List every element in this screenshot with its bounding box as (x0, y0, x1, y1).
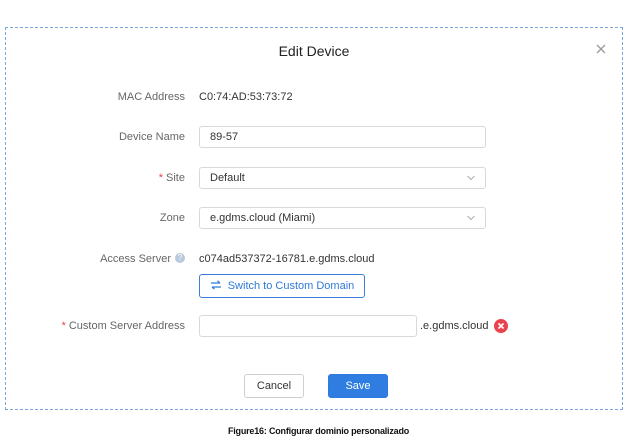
help-icon[interactable]: ? (175, 253, 185, 264)
zone-label: Zone (159, 212, 185, 224)
dialog-title: Edit Device (278, 43, 350, 59)
mac-address-row: MAC Address (0, 85, 185, 109)
switch-button-label: Switch to Custom Domain (227, 280, 355, 292)
site-value: Default (210, 172, 245, 184)
save-button[interactable]: Save (328, 374, 388, 398)
custom-required-mark: * (61, 320, 66, 332)
site-label: Site (166, 172, 185, 184)
zone-value: e.gdms.cloud (Miami) (210, 212, 316, 224)
mac-address-label: MAC Address (117, 91, 185, 103)
switch-arrows-icon (210, 280, 222, 290)
site-row: * Site (0, 166, 185, 190)
zone-select[interactable]: e.gdms.cloud (Miami) (199, 207, 486, 229)
access-server-row: Access Server? (0, 247, 185, 271)
access-server-label-wrap: Access Server? (0, 247, 185, 271)
device-name-input[interactable]: 89-57 (199, 126, 486, 148)
site-required-mark: * (158, 172, 164, 184)
access-server-value: c074ad537372-16781.e.gdms.cloud (199, 253, 375, 265)
cancel-button[interactable]: Cancel (244, 374, 304, 398)
device-name-value: 89-57 (210, 131, 239, 143)
device-name-label: Device Name (118, 131, 185, 143)
device-name-row: Device Name (0, 125, 185, 149)
custom-server-label-wrap: * Custom Server Address (0, 314, 185, 338)
mac-address-value: C0:74:AD:53:73:72 (199, 91, 293, 103)
custom-server-row: * Custom Server Address (0, 314, 185, 338)
clear-icon[interactable] (494, 319, 508, 333)
site-select[interactable]: Default (199, 167, 486, 189)
chevron-down-icon (466, 174, 476, 182)
switch-to-custom-domain-button[interactable]: Switch to Custom Domain (199, 274, 365, 298)
site-label-wrap: * Site (0, 166, 185, 190)
zone-row: Zone (0, 206, 185, 230)
custom-server-input[interactable] (199, 315, 417, 337)
figure-caption: Figure16: Configurar dominio personaliza… (227, 426, 410, 436)
close-icon[interactable] (594, 42, 608, 56)
custom-server-suffix: .e.gdms.cloud (420, 320, 489, 332)
custom-server-label: Custom Server Address (68, 320, 185, 332)
access-server-label: Access Server (100, 253, 171, 265)
chevron-down-icon (466, 214, 476, 222)
